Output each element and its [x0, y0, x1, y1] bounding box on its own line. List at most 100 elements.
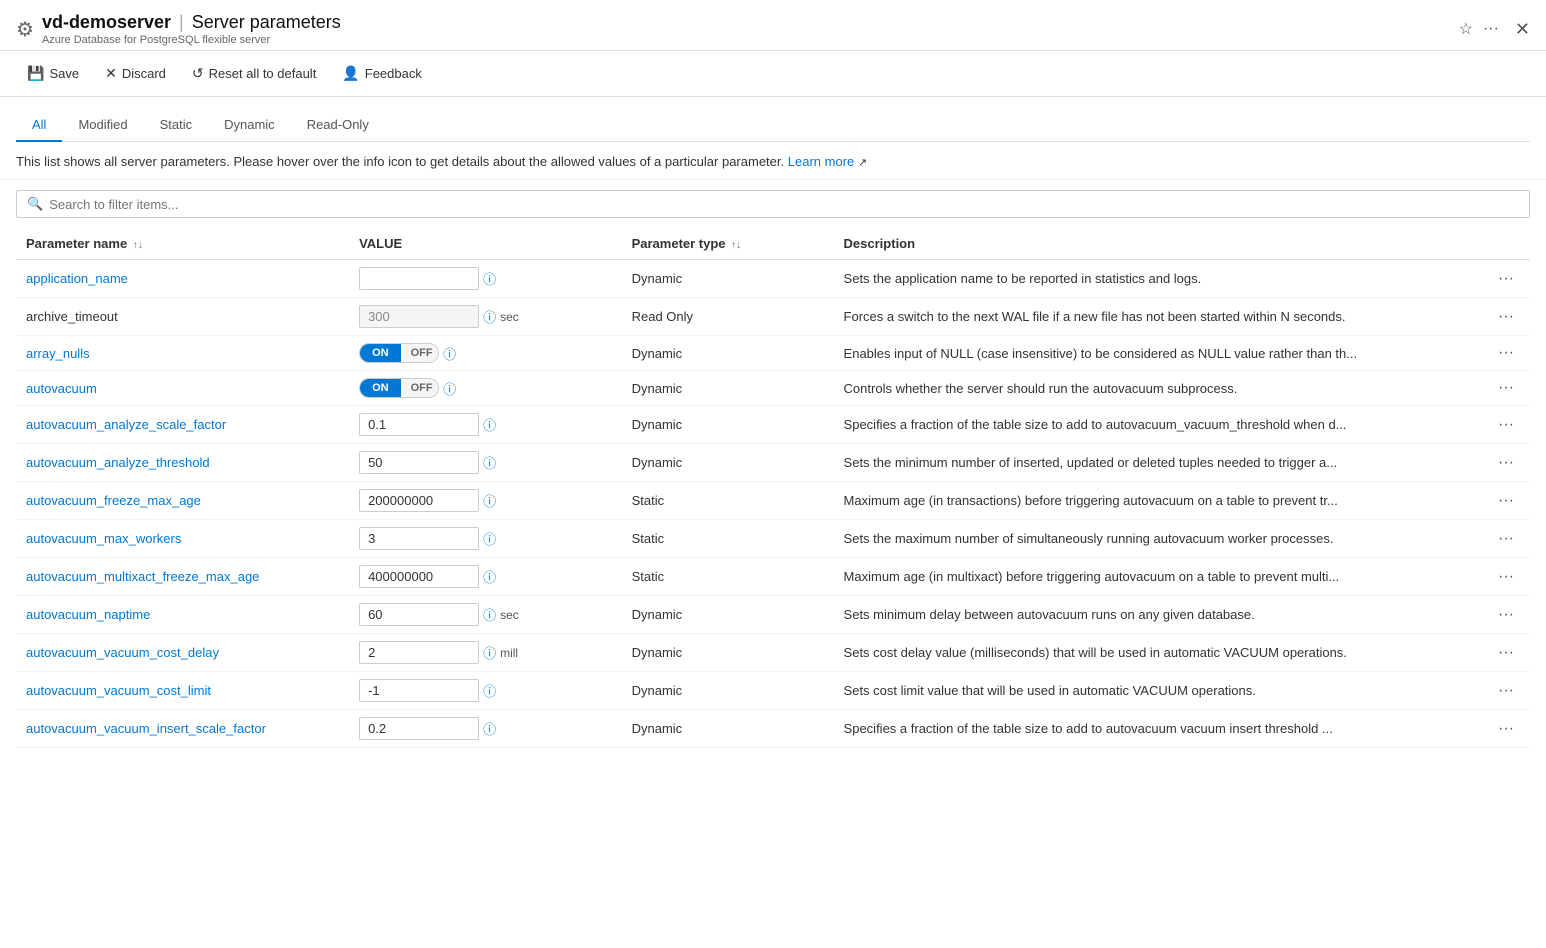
col-header-actions — [1482, 228, 1530, 260]
param-description-cell: Forces a switch to the next WAL file if … — [834, 298, 1482, 336]
param-name-link[interactable]: autovacuum_vacuum_insert_scale_factor — [26, 721, 266, 736]
row-more-button[interactable]: ··· — [1492, 306, 1520, 327]
feedback-button[interactable]: 👤 Feedback — [331, 59, 433, 88]
info-icon[interactable]: ⓘ — [483, 453, 496, 472]
param-actions-cell: ··· — [1482, 520, 1530, 558]
value-input[interactable] — [359, 489, 479, 512]
info-icon[interactable]: ⓘ — [483, 681, 496, 700]
sort-icon-type[interactable]: ↑↓ — [731, 240, 741, 251]
description-text: This list shows all server parameters. P… — [16, 154, 784, 169]
param-name-link[interactable]: application_name — [26, 271, 128, 286]
value-input[interactable] — [359, 451, 479, 474]
param-name-link[interactable]: autovacuum_analyze_scale_factor — [26, 417, 226, 432]
toggle-off[interactable]: OFF — [401, 379, 440, 397]
info-icon[interactable]: ⓘ — [483, 529, 496, 548]
value-input[interactable] — [359, 717, 479, 740]
search-input[interactable] — [49, 197, 1519, 212]
info-icon[interactable]: ⓘ — [483, 567, 496, 586]
learn-more-link[interactable]: Learn more — [788, 154, 854, 169]
parameters-table: Parameter name ↑↓ VALUE Parameter type ↑… — [16, 228, 1530, 748]
value-input[interactable] — [359, 527, 479, 550]
more-options-icon[interactable]: ··· — [1483, 20, 1499, 38]
value-input[interactable] — [359, 267, 479, 290]
param-name-link[interactable]: autovacuum_vacuum_cost_delay — [26, 645, 219, 660]
param-name-cell: autovacuum_freeze_max_age — [16, 482, 349, 520]
param-actions-cell: ··· — [1482, 371, 1530, 406]
param-type-cell: Read Only — [622, 298, 834, 336]
param-name-link[interactable]: array_nulls — [26, 346, 90, 361]
reset-button[interactable]: ↺ Reset all to default — [181, 59, 327, 88]
param-name-cell: array_nulls — [16, 336, 349, 371]
info-icon[interactable]: ⓘ — [483, 491, 496, 510]
param-actions-cell: ··· — [1482, 298, 1530, 336]
toggle-on[interactable]: ON — [360, 344, 401, 362]
toggle-off[interactable]: OFF — [401, 344, 440, 362]
unit-label: mill — [500, 646, 518, 660]
param-name-link[interactable]: autovacuum_multixact_freeze_max_age — [26, 569, 259, 584]
param-name-link[interactable]: autovacuum — [26, 381, 97, 396]
discard-button[interactable]: ✕ Discard — [94, 59, 177, 88]
server-name: vd-demoserver — [42, 12, 171, 33]
param-actions-cell: ··· — [1482, 444, 1530, 482]
row-more-button[interactable]: ··· — [1492, 528, 1520, 549]
row-more-button[interactable]: ··· — [1492, 490, 1520, 511]
page-title: Server parameters — [192, 12, 341, 33]
value-wrap: ⓘ mill — [359, 641, 612, 664]
sort-icon-name[interactable]: ↑↓ — [133, 240, 143, 251]
toggle-switch[interactable]: ONOFF — [359, 343, 439, 363]
tab-read-only[interactable]: Read-Only — [291, 109, 385, 142]
info-icon[interactable]: ⓘ — [483, 307, 496, 326]
row-more-button[interactable]: ··· — [1492, 377, 1520, 398]
param-actions-cell: ··· — [1482, 558, 1530, 596]
row-more-button[interactable]: ··· — [1492, 342, 1520, 363]
tab-modified[interactable]: Modified — [62, 109, 143, 142]
info-icon[interactable]: ⓘ — [483, 605, 496, 624]
row-more-button[interactable]: ··· — [1492, 268, 1520, 289]
param-name-link[interactable]: autovacuum_freeze_max_age — [26, 493, 201, 508]
value-input[interactable] — [359, 641, 479, 664]
toggle-switch[interactable]: ONOFF — [359, 378, 439, 398]
row-more-button[interactable]: ··· — [1492, 452, 1520, 473]
tab-static[interactable]: Static — [144, 109, 209, 142]
discard-label: Discard — [122, 66, 166, 81]
close-icon[interactable]: ✕ — [1515, 19, 1530, 40]
toggle-on[interactable]: ON — [360, 379, 401, 397]
row-more-button[interactable]: ··· — [1492, 680, 1520, 701]
info-icon[interactable]: ⓘ — [443, 379, 456, 398]
value-wrap: ONOFFⓘ — [359, 378, 612, 398]
row-more-button[interactable]: ··· — [1492, 566, 1520, 587]
param-value-cell: ⓘ — [349, 672, 622, 710]
param-description-cell: Sets the maximum number of simultaneousl… — [834, 520, 1482, 558]
param-name-link[interactable]: autovacuum_analyze_threshold — [26, 455, 210, 470]
save-button[interactable]: 💾 Save — [16, 59, 90, 88]
favorite-icon[interactable]: ☆ — [1459, 19, 1473, 39]
tab-dynamic[interactable]: Dynamic — [208, 109, 291, 142]
row-more-button[interactable]: ··· — [1492, 718, 1520, 739]
search-icon: 🔍 — [27, 196, 43, 212]
info-icon[interactable]: ⓘ — [483, 415, 496, 434]
param-value-cell: ⓘ — [349, 558, 622, 596]
param-description-cell: Sets cost delay value (milliseconds) tha… — [834, 634, 1482, 672]
row-more-button[interactable]: ··· — [1492, 642, 1520, 663]
value-input[interactable] — [359, 413, 479, 436]
table-row: array_nullsONOFFⓘDynamicEnables input of… — [16, 336, 1530, 371]
param-name-link[interactable]: autovacuum_vacuum_cost_limit — [26, 683, 211, 698]
info-icon[interactable]: ⓘ — [483, 269, 496, 288]
param-name-link[interactable]: autovacuum_naptime — [26, 607, 150, 622]
param-name-link[interactable]: autovacuum_max_workers — [26, 531, 181, 546]
feedback-label: Feedback — [365, 66, 422, 81]
value-input[interactable] — [359, 603, 479, 626]
info-icon[interactable]: ⓘ — [483, 719, 496, 738]
value-input[interactable] — [359, 679, 479, 702]
value-wrap: ⓘ — [359, 267, 612, 290]
param-value-cell: ⓘsec — [349, 596, 622, 634]
search-input-wrap: 🔍 — [16, 190, 1530, 218]
param-type-cell: Dynamic — [622, 336, 834, 371]
info-icon[interactable]: ⓘ — [443, 344, 456, 363]
value-input[interactable] — [359, 565, 479, 588]
row-more-button[interactable]: ··· — [1492, 414, 1520, 435]
tab-all[interactable]: All — [16, 109, 62, 142]
row-more-button[interactable]: ··· — [1492, 604, 1520, 625]
param-type-cell: Dynamic — [622, 260, 834, 298]
info-icon[interactable]: ⓘ — [483, 643, 496, 662]
